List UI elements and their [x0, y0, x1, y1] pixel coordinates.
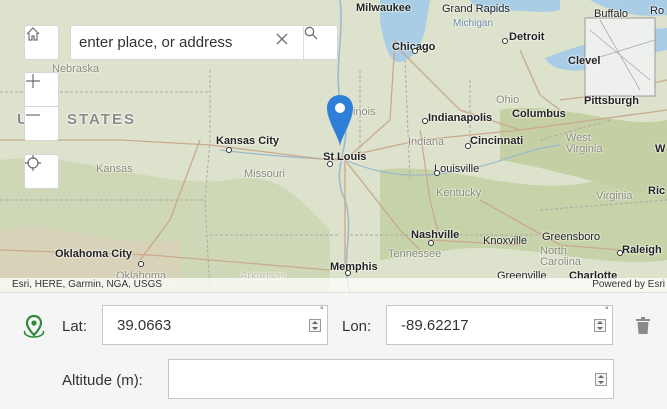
map-label-w: W: [655, 143, 666, 155]
search-button[interactable]: [303, 26, 339, 59]
clear-search-button[interactable]: [276, 33, 296, 53]
altitude-input[interactable]: [181, 370, 585, 389]
map-label-ohio: Ohio: [496, 94, 520, 106]
map-label-virginia: Virginia: [596, 190, 633, 202]
zoom-in-button[interactable]: [24, 72, 59, 107]
city-dot-indianapolis: [422, 118, 428, 124]
minus-icon: [26, 114, 40, 116]
map-label-ric: Ric: [648, 185, 666, 197]
attribution-text: Esri, HERE, Garmin, NGA, USGS: [12, 279, 163, 290]
home-icon: [26, 27, 40, 41]
lon-stepper[interactable]: [594, 319, 606, 332]
map-label-greensboro: Greensboro: [542, 231, 601, 243]
lat-label: Lat:: [62, 318, 88, 335]
map-label-cleveland: Clevel: [568, 55, 601, 67]
city-dot-detroit: [502, 38, 508, 44]
lat-input[interactable]: [115, 316, 289, 335]
lon-degree-symbol: °: [605, 305, 609, 315]
city-dot-cincinnati: [465, 143, 471, 149]
city-dot-oklahoma-city: [138, 261, 144, 267]
zoom-out-button[interactable]: [24, 106, 59, 141]
locate-button[interactable]: [24, 154, 59, 189]
search-icon: [304, 26, 318, 40]
trash-icon[interactable]: [635, 317, 651, 335]
search-box: [70, 25, 338, 60]
map-label-milwaukee: Milwaukee: [356, 2, 412, 14]
powered-by-text[interactable]: Powered by Esri: [592, 279, 665, 290]
map-label-kansas: Kansas: [96, 163, 133, 175]
home-button[interactable]: [24, 25, 59, 60]
map-view[interactable]: Milwaukee Grand Rapids Michigan Buffalo …: [0, 0, 667, 292]
location-pin-icon[interactable]: [326, 93, 354, 149]
map-label-pittsburgh: Pittsburgh: [584, 95, 639, 107]
map-label-buffalo: Buffalo: [594, 8, 629, 20]
map-label-indiana: Indiana: [408, 136, 445, 148]
map-label-nebraska: Nebraska: [52, 63, 100, 75]
map-label-north-carolina-2: Carolina: [540, 256, 581, 268]
lon-field: [386, 305, 613, 345]
lon-input[interactable]: [399, 316, 573, 335]
map-label-knoxville: Knoxville: [483, 235, 528, 247]
lat-stepper[interactable]: [309, 319, 321, 332]
map-label-missouri: Missouri: [244, 168, 285, 180]
altitude-field: [168, 359, 614, 399]
map-label-columbus: Columbus: [512, 108, 566, 120]
map-label-memphis: Memphis: [330, 261, 378, 273]
city-dot-nashville: [428, 240, 434, 246]
map-label-nashville: Nashville: [411, 229, 460, 241]
map-label-raleigh: Raleigh: [622, 244, 662, 256]
altitude-label: Altitude (m):: [62, 372, 143, 389]
altitude-stepper[interactable]: [595, 373, 607, 386]
map-label-indianapolis: Indianapolis: [428, 112, 493, 124]
plus-icon: [26, 74, 40, 88]
lat-field: [102, 305, 328, 345]
locate-pin-icon[interactable]: [22, 313, 46, 339]
city-dot-chicago: [412, 48, 418, 54]
city-dot-st-louis: [327, 161, 333, 167]
map-attribution: Esri, HERE, Garmin, NGA, USGS Powered by…: [0, 278, 667, 292]
crosshair-icon: [25, 155, 41, 171]
city-dot-memphis: [345, 270, 351, 276]
map-label-west-virginia-2: Virginia: [566, 143, 603, 155]
map-label-louisville: Louisville: [434, 163, 480, 175]
close-icon: [276, 33, 288, 45]
map-label-michigan: Michigan: [453, 18, 494, 29]
map-label-cincinnati: Cincinnati: [470, 135, 524, 147]
lat-degree-symbol: °: [320, 305, 324, 315]
map-label-oklahoma-city: Oklahoma City: [55, 248, 133, 260]
map-label-kansas-city: Kansas City: [216, 135, 279, 147]
map-label-ro: Ro: [650, 5, 665, 17]
city-dot-raleigh: [617, 250, 623, 256]
city-dot-louisville: [434, 170, 440, 176]
map-label-grand-rapids: Grand Rapids: [442, 3, 510, 15]
city-dot-kansas-city: [226, 147, 232, 153]
map-label-kentucky: Kentucky: [436, 187, 482, 199]
search-input[interactable]: [71, 33, 271, 52]
map-label-detroit: Detroit: [509, 31, 545, 43]
map-label-tennessee: Tennessee: [388, 248, 442, 260]
coordinate-panel: Lat: ° Lon: ° Altitude (m):: [0, 292, 667, 409]
lon-label: Lon:: [342, 318, 372, 335]
